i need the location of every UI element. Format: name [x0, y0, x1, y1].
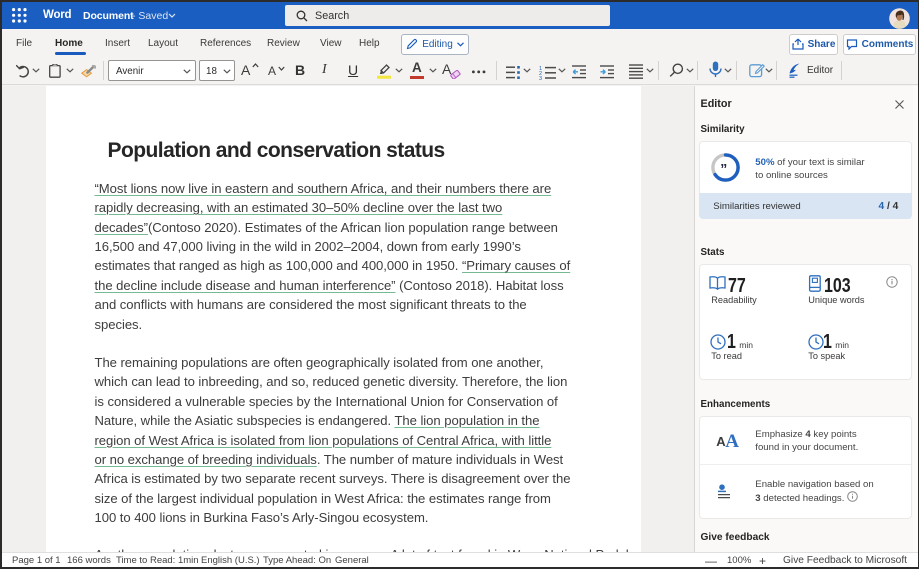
svg-text:3: 3 — [539, 76, 542, 80]
svg-text:”: ” — [720, 160, 727, 176]
